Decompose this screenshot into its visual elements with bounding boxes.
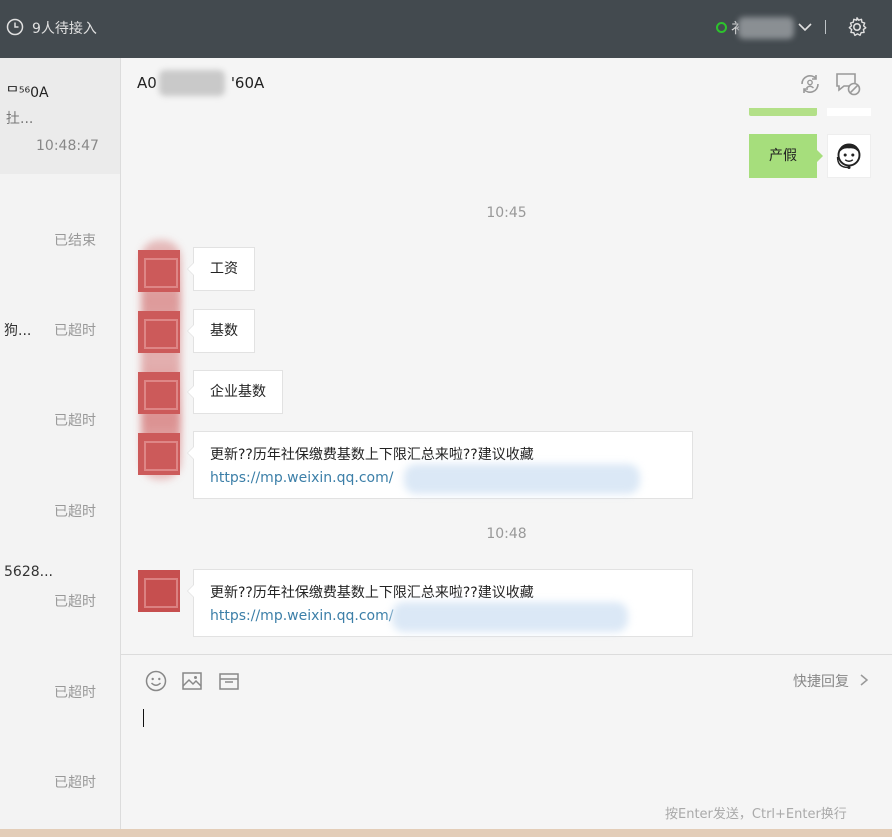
session-status: 已超时 [54,323,96,339]
session-preview: 5628... [4,564,53,580]
link-url-redacted [404,464,640,494]
image-icon[interactable] [180,669,204,693]
emoji-icon[interactable] [144,669,168,693]
previous-agent-avatar [827,108,871,116]
message-composer[interactable]: 快捷回复 按Enter发送，Ctrl+Enter换行 [121,654,892,829]
chevron-down-icon[interactable] [797,20,813,34]
link-url-redacted [392,602,628,632]
customer-avatar [138,311,180,353]
session-item[interactable]: 已超时 [0,772,120,837]
quick-reply-button[interactable]: 快捷回复 [793,671,849,691]
session-status: 已超时 [54,594,96,610]
text-cursor [143,709,144,727]
session-item[interactable]: 已结束 [0,230,120,320]
incoming-message[interactable]: 基数 [187,309,255,353]
customer-avatar [138,433,180,475]
customer-id-redacted [159,70,225,96]
chevron-right-icon[interactable] [859,673,869,687]
link-card-message[interactable]: 更新??历年社保缴费基数上下限汇总来啦??建议收藏 https://mp.wei… [187,569,693,637]
session-item[interactable]: 已超时 [0,410,120,500]
incoming-message[interactable]: 工资 [187,247,255,291]
message-timestamp: 10:45 [486,205,527,221]
session-item-active[interactable]: ᄆ⁵⁶0A 扗... 10:48:47 [0,58,120,174]
clock-icon [6,18,24,36]
session-status: 已超时 [54,413,96,429]
folder-icon[interactable] [217,669,241,693]
link-card-title: 更新??历年社保缴费基数上下限汇总来啦??建议收藏 [210,447,534,463]
outgoing-message[interactable]: 产假 [749,134,823,178]
message-timestamp: 10:48 [486,526,527,542]
link-card-title: 更新??历年社保缴费基数上下限汇总来啦??建议收藏 [210,585,534,601]
customer-avatar [138,372,180,414]
session-status: 已超时 [54,685,96,701]
window-bottom-edge [0,829,892,837]
customer-avatar [138,250,180,292]
incoming-message[interactable]: 企业基数 [187,370,283,414]
message-list[interactable]: 产假 10:45 工资 基数 企业基数 更新??历年社保缴费基数上下限汇总来啦?… [121,108,892,654]
session-status: 已超时 [54,775,96,791]
previous-outgoing-bubble [749,108,817,116]
link-card-url[interactable]: https://mp.weixin.qq.com/ [210,470,393,486]
customer-id-end: '60A [230,74,265,92]
app-window: 9人待接入 衤 ᄆ⁵⁶0A 扗... 10:48:47 已结束 狗... 已超时 [0,0,892,837]
session-item[interactable]: 已超时 [0,682,120,772]
gear-icon[interactable] [846,16,868,38]
session-preview: 狗... [4,323,32,339]
link-card-url[interactable]: https://mp.weixin.qq.com/ [210,608,393,624]
transfer-icon[interactable] [798,72,822,96]
session-preview: 扗... [6,111,34,127]
chat-header: A0 '60A [121,58,892,109]
customer-avatar [138,570,180,612]
send-hint: 按Enter发送，Ctrl+Enter换行 [665,807,847,822]
session-list: ᄆ⁵⁶0A 扗... 10:48:47 已结束 狗... 已超时 已超时 已超时… [0,58,121,829]
top-bar: 9人待接入 衤 [0,0,892,58]
waiting-queue-label[interactable]: 9人待接入 [32,18,97,38]
agent-avatar [827,134,871,178]
session-time: 10:48:47 [36,138,99,154]
session-item[interactable]: 狗... 已超时 [0,320,120,410]
session-item[interactable]: 5628... 已超时 [0,564,120,654]
online-status-icon [716,22,727,33]
end-session-icon[interactable] [834,71,862,97]
session-status: 已超时 [54,504,96,520]
session-title: ᄆ⁵⁶0A [6,85,49,101]
customer-id-start: A0 [137,74,157,92]
divider [825,20,826,34]
session-status: 已结束 [54,233,96,249]
link-card-message[interactable]: 更新??历年社保缴费基数上下限汇总来啦??建议收藏 https://mp.wei… [187,431,693,499]
agent-name-redacted [738,17,794,39]
